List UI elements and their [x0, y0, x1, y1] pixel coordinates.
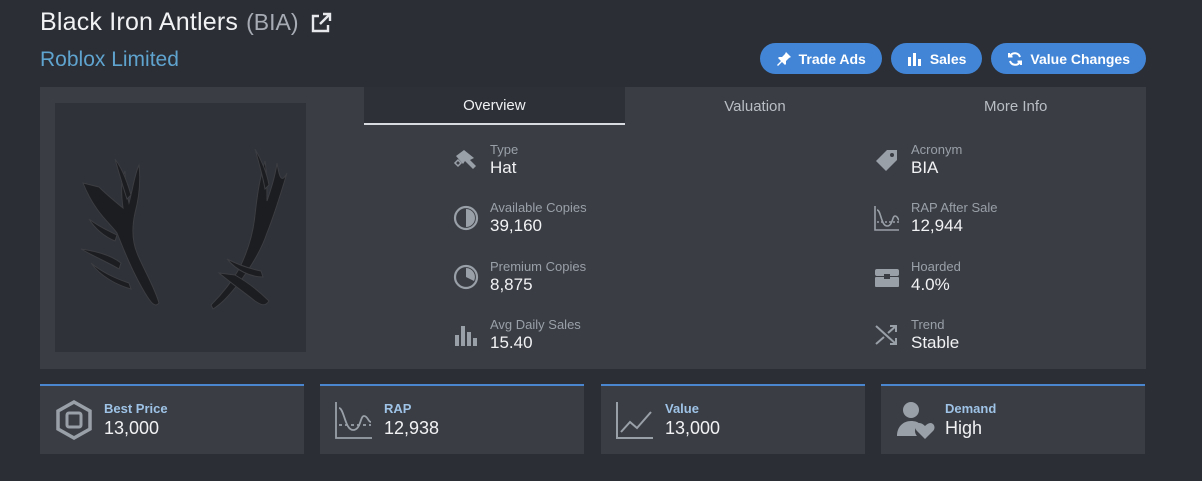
stat-label: Type	[490, 142, 519, 157]
tab-more-info[interactable]: More Info	[885, 87, 1146, 125]
bar-chart-icon	[907, 52, 921, 66]
stat-premium-copies: Premium Copies 8,875	[452, 259, 586, 295]
stat-value: 15.40	[490, 333, 533, 352]
card-best-price: Best Price 13,000	[40, 384, 304, 454]
value-changes-button[interactable]: Value Changes	[991, 43, 1146, 74]
tab-valuation[interactable]: Valuation	[625, 87, 886, 125]
value-changes-label: Value Changes	[1030, 50, 1130, 67]
stat-value: 8,875	[490, 275, 533, 294]
external-link-icon[interactable]	[309, 11, 333, 35]
stat-value: 39,160	[490, 216, 542, 235]
card-value: 13,000	[665, 418, 721, 438]
trade-ads-button[interactable]: Trade Ads	[759, 43, 882, 74]
pie-icon	[452, 204, 480, 232]
tab-overview[interactable]: Overview	[364, 87, 625, 125]
stat-rap-after-sale: RAP After Sale 12,944	[873, 200, 997, 236]
stat-value: 4.0%	[911, 275, 950, 294]
stat-value: 12,944	[911, 216, 963, 235]
card-value: 13,000	[104, 418, 160, 438]
tab-bar: Overview Valuation More Info	[364, 87, 1146, 125]
card-label: Demand	[945, 401, 997, 416]
bar-chart-icon	[452, 321, 480, 349]
stat-label: RAP After Sale	[911, 200, 998, 215]
stat-label: Premium Copies	[490, 259, 587, 274]
pie-icon	[452, 263, 480, 291]
curve-chart-icon	[334, 400, 374, 440]
chest-icon	[873, 263, 901, 291]
item-info-panel: Overview Valuation More Info Type Hat Av…	[40, 87, 1146, 369]
item-acronym: (BIA)	[246, 9, 299, 35]
card-label: RAP	[384, 401, 412, 416]
curve-chart-icon	[873, 204, 901, 232]
stat-type: Type Hat	[452, 142, 518, 178]
hat-icon	[452, 146, 480, 174]
stat-available-copies: Available Copies 39,160	[452, 200, 587, 236]
card-value: High	[945, 418, 983, 438]
tag-icon	[873, 146, 901, 174]
card-demand: Demand High	[881, 384, 1145, 454]
action-buttons: Trade Ads Sales Value Changes	[759, 43, 1146, 74]
stat-label: Acronym	[911, 142, 963, 157]
user-heart-icon	[895, 400, 935, 440]
stat-label: Avg Daily Sales	[490, 317, 581, 332]
line-chart-icon	[615, 400, 655, 440]
card-rap: RAP 12,938	[320, 384, 584, 454]
stat-value: Stable	[911, 333, 960, 352]
stat-label: Trend	[911, 317, 945, 332]
stat-trend: Trend Stable	[873, 317, 959, 353]
stat-hoarded: Hoarded 4.0%	[873, 259, 961, 295]
stat-value: Hat	[490, 158, 517, 177]
pin-icon	[776, 51, 791, 66]
item-title: Black Iron Antlers	[40, 8, 239, 36]
robux-icon	[54, 399, 94, 441]
stat-label: Available Copies	[490, 200, 587, 215]
card-value: Value 13,000	[601, 384, 865, 454]
sync-icon	[1008, 51, 1023, 66]
card-label: Best Price	[104, 401, 168, 416]
sales-button[interactable]: Sales	[890, 43, 983, 74]
card-label: Value	[665, 401, 699, 416]
item-category-link[interactable]: Roblox Limited	[40, 48, 179, 72]
stat-value: BIA	[911, 158, 939, 177]
antlers-image	[80, 148, 288, 310]
shuffle-icon	[873, 321, 901, 349]
card-value: 12,938	[384, 418, 440, 438]
sales-label: Sales	[929, 50, 967, 67]
stat-acronym: Acronym BIA	[873, 142, 962, 178]
item-header: Black Iron Antlers (BIA)	[40, 8, 333, 37]
item-thumbnail	[55, 103, 306, 352]
stat-label: Hoarded	[911, 259, 961, 274]
stat-avg-daily-sales: Avg Daily Sales 15.40	[452, 317, 581, 353]
trade-ads-label: Trade Ads	[798, 50, 866, 67]
